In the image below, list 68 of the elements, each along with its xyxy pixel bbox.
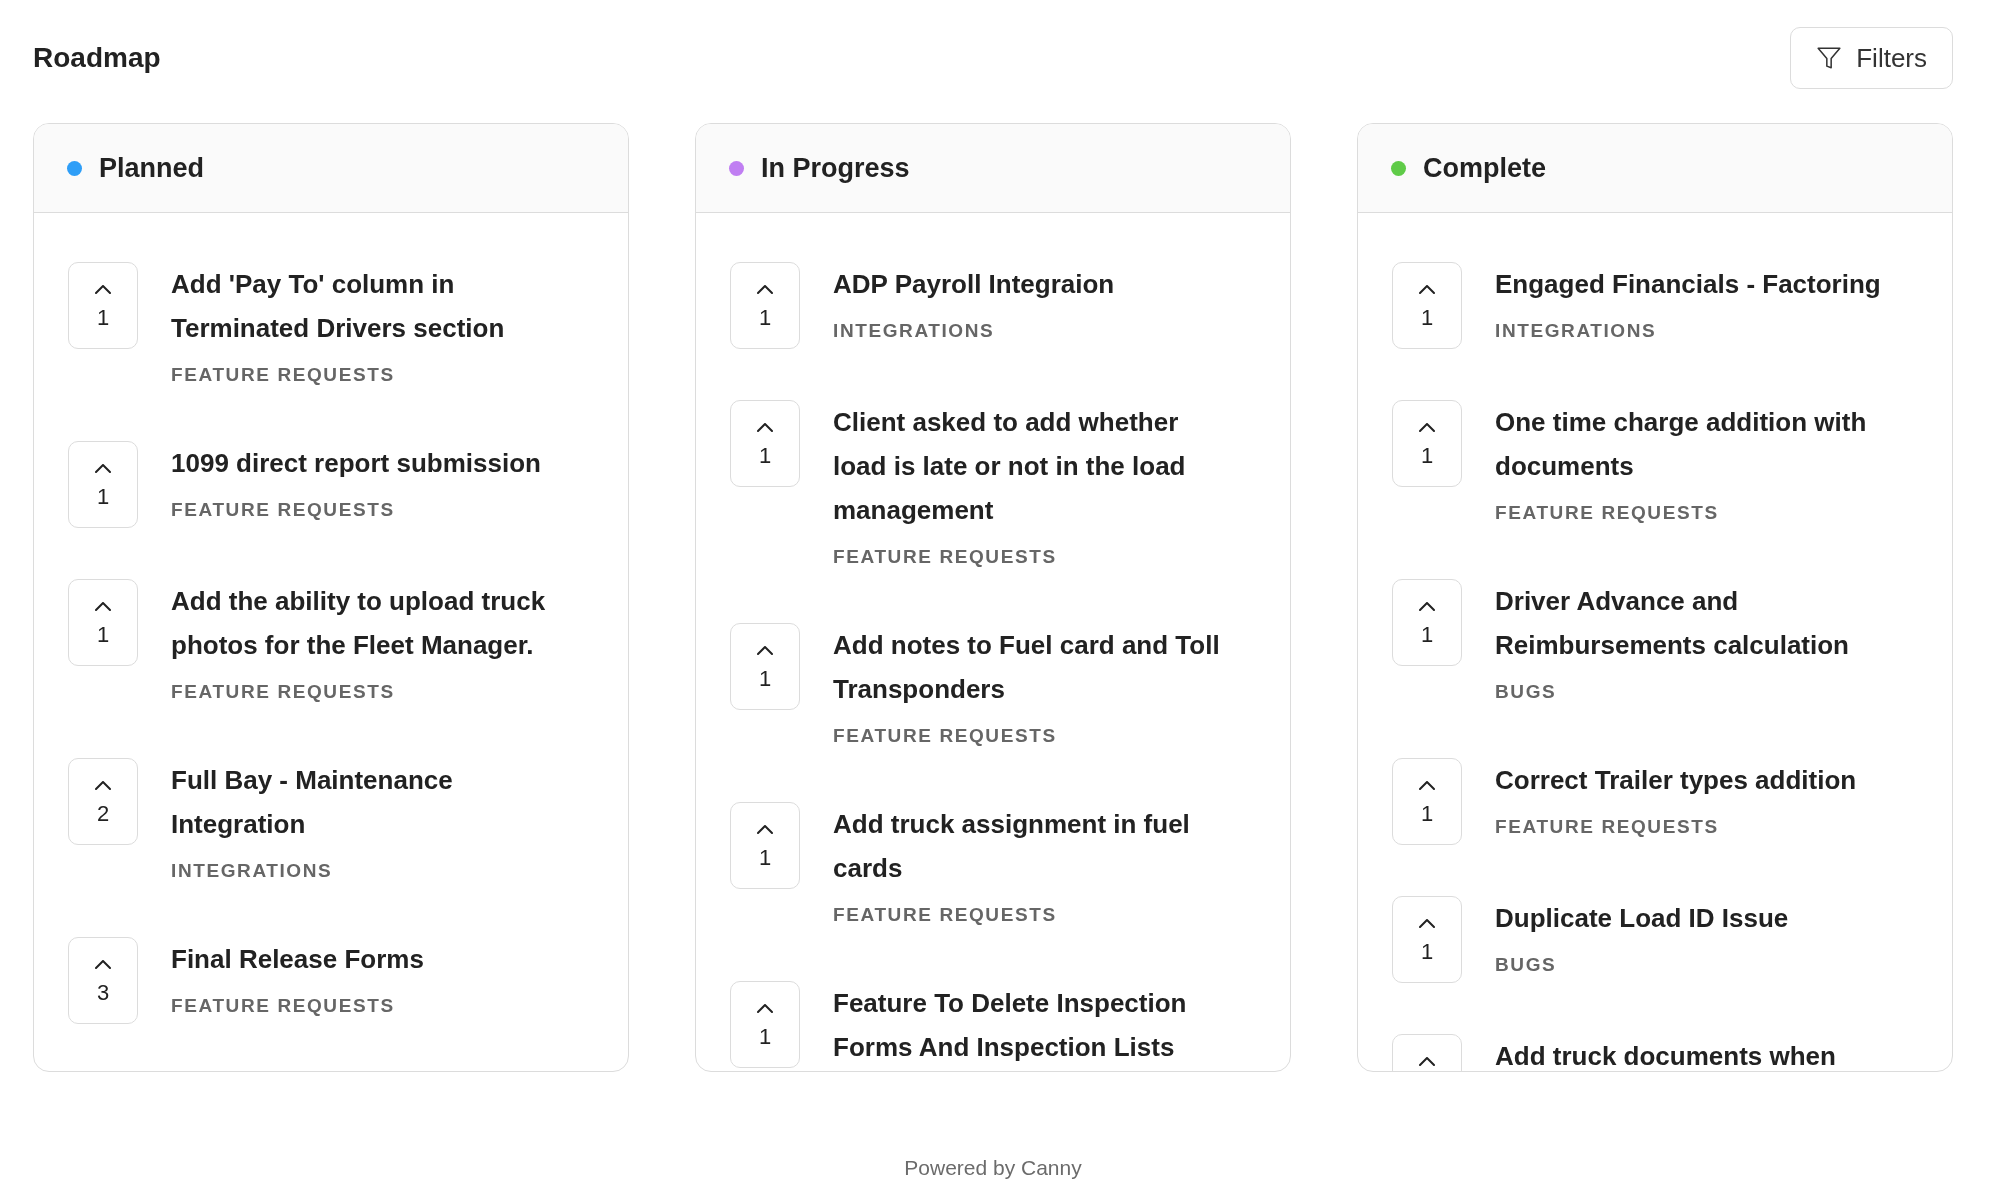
upvote-button[interactable]: 1 bbox=[68, 441, 138, 528]
post-category: BUGS bbox=[1495, 953, 1558, 977]
chevron-up-icon bbox=[1419, 423, 1435, 432]
post-title[interactable]: Full Bay - Maintenance Integration bbox=[171, 758, 568, 846]
powered-by-link[interactable]: Powered by Canny bbox=[904, 1154, 1082, 1182]
post-title[interactable]: One time charge addition with documents bbox=[1495, 400, 1892, 488]
column-title: Planned bbox=[99, 152, 205, 185]
post-title[interactable]: Add truck documents when bbox=[1495, 1034, 1892, 1071]
post-title[interactable]: ADP Payroll Integraion bbox=[833, 262, 1230, 306]
chevron-up-icon bbox=[95, 285, 111, 294]
column-title: In Progress bbox=[761, 152, 910, 185]
post-title[interactable]: Add 'Pay To' column in Terminated Drivers section bbox=[171, 262, 568, 350]
column-title: Complete bbox=[1423, 152, 1547, 185]
post-title[interactable]: Duplicate Load ID Issue bbox=[1495, 896, 1892, 940]
upvote-button[interactable]: 1 bbox=[730, 981, 800, 1068]
upvote-button[interactable]: 1 bbox=[1392, 262, 1462, 349]
chevron-up-icon bbox=[95, 602, 111, 611]
post-title[interactable]: Client asked to add whether load is late or not in the load management bbox=[833, 400, 1230, 532]
upvote-button[interactable]: 1 bbox=[68, 579, 138, 666]
upvote-button[interactable]: 1 bbox=[1392, 400, 1462, 487]
post-category: FEATURE REQUESTS bbox=[171, 498, 396, 522]
chevron-up-icon bbox=[1419, 602, 1435, 611]
post-title[interactable]: Add truck assignment in fuel cards bbox=[833, 802, 1230, 890]
post-category: INTEGRATIONS bbox=[1495, 319, 1658, 343]
upvote-button[interactable]: 1 bbox=[1392, 579, 1462, 666]
post-title[interactable]: Engaged Financials - Factoring bbox=[1495, 262, 1892, 306]
chevron-up-icon bbox=[95, 464, 111, 473]
upvote-button[interactable]: 3 bbox=[68, 937, 138, 1024]
chevron-up-icon bbox=[757, 646, 773, 655]
post-category: FEATURE REQUESTS bbox=[1495, 501, 1720, 525]
post-category: FEATURE REQUESTS bbox=[833, 724, 1058, 748]
post-category: FEATURE REQUESTS bbox=[171, 680, 396, 704]
upvote-button[interactable]: 1 bbox=[730, 400, 800, 487]
chevron-up-icon bbox=[1419, 1057, 1435, 1066]
post-title[interactable]: 1099 direct report submission bbox=[171, 441, 568, 485]
post-title[interactable]: Correct Trailer types addition bbox=[1495, 758, 1892, 802]
chevron-up-icon bbox=[757, 1004, 773, 1013]
chevron-up-icon bbox=[757, 423, 773, 432]
upvote-button[interactable]: 1 bbox=[730, 802, 800, 889]
chevron-up-icon bbox=[1419, 781, 1435, 790]
post-category: INTEGRATIONS bbox=[171, 859, 334, 883]
upvote-button[interactable]: 2 bbox=[68, 758, 138, 845]
chevron-up-icon bbox=[1419, 285, 1435, 294]
post-category: INTEGRATIONS bbox=[833, 319, 996, 343]
chevron-up-icon bbox=[95, 781, 111, 790]
post-title[interactable]: Add notes to Fuel card and Toll Transponders bbox=[833, 623, 1230, 711]
upvote-button[interactable]: 1 bbox=[730, 623, 800, 710]
upvote-button[interactable]: 1 bbox=[1392, 758, 1462, 845]
page-title: Roadmap bbox=[33, 41, 161, 75]
post-title[interactable]: Feature To Delete Inspection Forms And Inspection Lists bbox=[833, 981, 1230, 1069]
upvote-button[interactable]: 1 bbox=[1392, 896, 1462, 983]
post-category: FEATURE REQUESTS bbox=[171, 363, 396, 387]
post-category: FEATURE REQUESTS bbox=[833, 903, 1058, 927]
filters-button[interactable]: Filters bbox=[1790, 27, 1953, 89]
post-title[interactable]: Add the ability to upload truck photos for the Fleet Manager. bbox=[171, 579, 568, 667]
filter-icon bbox=[1816, 45, 1843, 71]
chevron-up-icon bbox=[95, 960, 111, 969]
upvote-button[interactable]: 1 bbox=[730, 262, 800, 349]
post-category: BUGS bbox=[1495, 680, 1558, 704]
chevron-up-icon bbox=[1419, 919, 1435, 928]
post-title[interactable]: Driver Advance and Reimbursements calculation bbox=[1495, 579, 1892, 667]
post-category: FEATURE REQUESTS bbox=[171, 994, 396, 1018]
post-title[interactable]: Final Release Forms bbox=[171, 937, 568, 981]
post-category: FEATURE REQUESTS bbox=[833, 545, 1058, 569]
chevron-up-icon bbox=[757, 825, 773, 834]
upvote-button[interactable]: 1 bbox=[68, 262, 138, 349]
post-category: FEATURE REQUESTS bbox=[1495, 815, 1720, 839]
chevron-up-icon bbox=[757, 285, 773, 294]
